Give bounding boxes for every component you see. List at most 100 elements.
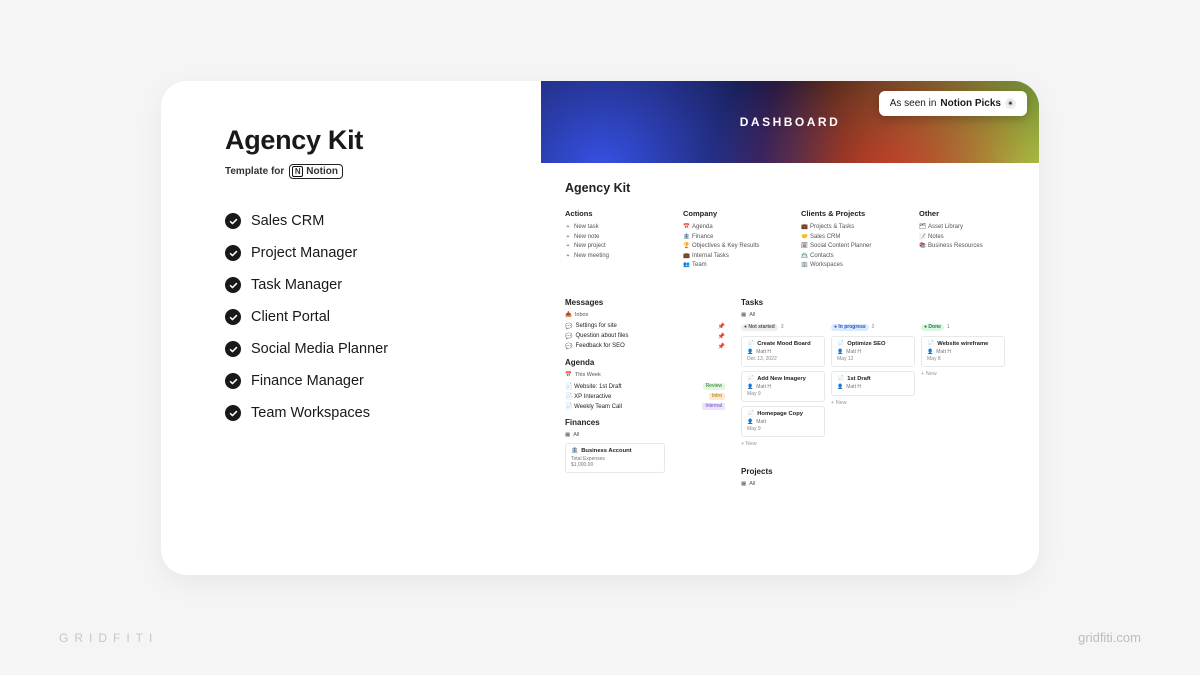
task-card[interactable]: 📄Homepage Copy👤MattMay 9	[741, 406, 825, 437]
agenda-item[interactable]: 📄 Website: 1st DraftReview	[565, 383, 725, 390]
person-icon: 👤	[837, 349, 843, 355]
note-icon: 📝	[919, 234, 925, 240]
kanban-col-header[interactable]: ● Not started3	[741, 323, 825, 332]
product-title: Agency Kit	[225, 125, 513, 156]
col-title: Company	[683, 209, 779, 218]
feature-label: Client Portal	[251, 309, 330, 325]
plus-icon: +	[565, 234, 571, 240]
link-sales-crm[interactable]: 🤝Sales CRM	[801, 234, 897, 240]
link-notes[interactable]: 📝Notes	[919, 234, 1015, 240]
col-title: Clients & Projects	[801, 209, 897, 218]
kanban-new[interactable]: + New	[741, 441, 825, 447]
task-card[interactable]: 📄Website wireframe👤Matt HMay 8	[921, 336, 1005, 367]
plus-icon: +	[565, 253, 571, 259]
message-item[interactable]: 💬Question about files📌	[565, 333, 725, 340]
action-new-note[interactable]: +New note	[565, 234, 661, 240]
link-contacts[interactable]: 📇Contacts	[801, 253, 897, 259]
pin-icon: 📌	[718, 323, 725, 330]
action-new-meeting[interactable]: +New meeting	[565, 253, 661, 259]
link-agenda[interactable]: 📅Agenda	[683, 224, 779, 230]
kanban-new[interactable]: + New	[921, 371, 1005, 377]
tag: Review	[703, 383, 725, 390]
check-icon	[225, 373, 241, 389]
tasks-view[interactable]: ▦All	[741, 312, 1015, 318]
notion-badge: N Notion	[289, 164, 343, 179]
pin-icon: 📌	[718, 333, 725, 340]
trophy-icon: 🏆	[683, 243, 689, 249]
action-new-project[interactable]: +New project	[565, 243, 661, 249]
message-item[interactable]: 💬Feedback for SEO📌	[565, 343, 725, 350]
link-finance[interactable]: 🏦Finance	[683, 234, 779, 240]
agenda-view[interactable]: 📅This Week	[565, 372, 725, 378]
feature-item: Team Workspaces	[225, 405, 513, 421]
grid-icon: ▦	[741, 312, 746, 318]
col-clients: Clients & Projects 💼Projects & Tasks 🤝Sa…	[801, 209, 897, 272]
person-icon: 👤	[747, 419, 753, 425]
kanban-board: ● Not started3 📄Create Mood Board👤Matt H…	[741, 323, 1015, 447]
col-title: Other	[919, 209, 1015, 218]
projects-view[interactable]: ▦All	[741, 481, 1015, 487]
feature-item: Client Portal	[225, 309, 513, 325]
link-asset-library[interactable]: 🗂Asset Library	[919, 224, 1015, 230]
left-panel: Agency Kit Template for N Notion Sales C…	[161, 81, 541, 575]
task-card[interactable]: 📄1st Draft👤Matt H	[831, 371, 915, 396]
message-item[interactable]: 💬Settings for site📌	[565, 323, 725, 330]
doc-icon: 📄	[747, 341, 754, 347]
dashboard-banner: DASHBOARD As seen in Notion Picks ✴	[541, 81, 1039, 163]
books-icon: 📚	[919, 243, 925, 249]
agenda-item[interactable]: 📄 XP InteractiveIntro	[565, 393, 725, 400]
link-team[interactable]: 👥Team	[683, 262, 779, 268]
feature-label: Finance Manager	[251, 373, 364, 389]
bank-icon: 🏦	[683, 234, 689, 240]
task-card[interactable]: 📄Create Mood Board👤Matt HDec 13, 2022	[741, 336, 825, 367]
check-icon	[225, 309, 241, 325]
kanban-col-in-progress: ● In progress2 📄Optimize SEO👤Matt HMay 1…	[831, 323, 915, 447]
person-icon: 👤	[837, 384, 843, 390]
plus-icon: +	[565, 243, 571, 249]
person-icon: 👤	[747, 349, 753, 355]
quick-links: Actions +New task +New note +New project…	[565, 209, 1015, 272]
doc-icon: 📄	[565, 404, 572, 410]
promo-card: Agency Kit Template for N Notion Sales C…	[161, 81, 1039, 575]
page-title: Agency Kit	[565, 181, 1015, 195]
office-icon: 🏢	[801, 262, 807, 268]
badge-prefix: As seen in	[890, 98, 937, 109]
calendar-icon: 📅	[565, 372, 572, 378]
action-new-task[interactable]: +New task	[565, 224, 661, 230]
task-card[interactable]: 📄Optimize SEO👤Matt HMay 12	[831, 336, 915, 367]
dashboard-body: Agency Kit Actions +New task +New note +…	[541, 163, 1039, 492]
calendar-icon: 📅	[683, 224, 689, 230]
messages-list: 💬Settings for site📌 💬Question about file…	[565, 323, 725, 350]
link-social-planner[interactable]: 🗓Social Content Planner	[801, 243, 897, 249]
feature-item: Social Media Planner	[225, 341, 513, 357]
kanban-new[interactable]: + New	[831, 400, 915, 406]
doc-icon: 📄	[565, 394, 572, 400]
doc-icon: 📄	[837, 341, 844, 347]
agenda-item[interactable]: 📄 Weekly Team CallInternal	[565, 403, 725, 410]
task-card[interactable]: 📄Add New Imagery👤Matt HMay 9	[741, 371, 825, 402]
kanban-col-header[interactable]: ● Done1	[921, 323, 1005, 332]
link-okr[interactable]: 🏆Objectives & Key Results	[683, 243, 779, 249]
doc-icon: 📄	[837, 376, 844, 382]
handshake-icon: 🤝	[801, 234, 807, 240]
product-subtitle: Template for N Notion	[225, 164, 513, 179]
messages-view[interactable]: 📥Inbox	[565, 312, 725, 318]
finance-card[interactable]: 🏦Business Account Total Expenses $1,000.…	[565, 443, 665, 473]
messages-title: Messages	[565, 298, 725, 307]
finances-view[interactable]: ▦All	[565, 432, 725, 438]
kanban-col-not-started: ● Not started3 📄Create Mood Board👤Matt H…	[741, 323, 825, 447]
plus-icon: +	[565, 224, 571, 230]
link-workspaces[interactable]: 🏢Workspaces	[801, 262, 897, 268]
brand-right: gridfiti.com	[1078, 630, 1141, 645]
grid-icon: ▦	[741, 481, 746, 487]
person-icon: 👤	[747, 384, 753, 390]
feature-item: Sales CRM	[225, 213, 513, 229]
col-title: Actions	[565, 209, 661, 218]
link-internal-tasks[interactable]: 💼Internal Tasks	[683, 253, 779, 259]
col-actions: Actions +New task +New note +New project…	[565, 209, 661, 272]
dashboard-preview: DASHBOARD As seen in Notion Picks ✴ Agen…	[541, 81, 1039, 575]
feature-label: Team Workspaces	[251, 405, 370, 421]
link-resources[interactable]: 📚Business Resources	[919, 243, 1015, 249]
kanban-col-header[interactable]: ● In progress2	[831, 323, 915, 332]
link-projects-tasks[interactable]: 💼Projects & Tasks	[801, 224, 897, 230]
